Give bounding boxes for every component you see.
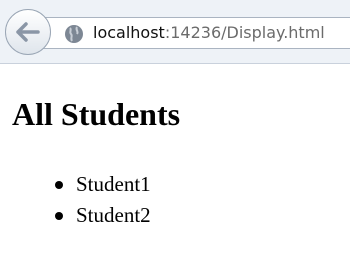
back-button[interactable] xyxy=(5,9,51,55)
url-path: :14236/Display.html xyxy=(164,23,325,42)
browser-toolbar: localhost:14236/Display.html xyxy=(0,0,350,64)
student-name: Student1 xyxy=(76,172,151,196)
list-item: Student1 xyxy=(52,169,151,200)
bullet-icon xyxy=(55,212,63,220)
url-host: localhost xyxy=(93,23,165,42)
student-name: Student2 xyxy=(76,203,151,227)
student-list: Student1 Student2 xyxy=(52,169,151,231)
page-title: All Students xyxy=(12,96,181,132)
bullet-icon xyxy=(55,181,63,189)
address-bar[interactable]: localhost:14236/Display.html xyxy=(40,17,350,49)
back-arrow-icon xyxy=(16,22,40,42)
globe-icon xyxy=(65,25,83,43)
list-item: Student2 xyxy=(52,200,151,231)
page-content: All Students Student1 Student2 xyxy=(0,64,350,256)
url-text[interactable]: localhost:14236/Display.html xyxy=(93,23,325,42)
